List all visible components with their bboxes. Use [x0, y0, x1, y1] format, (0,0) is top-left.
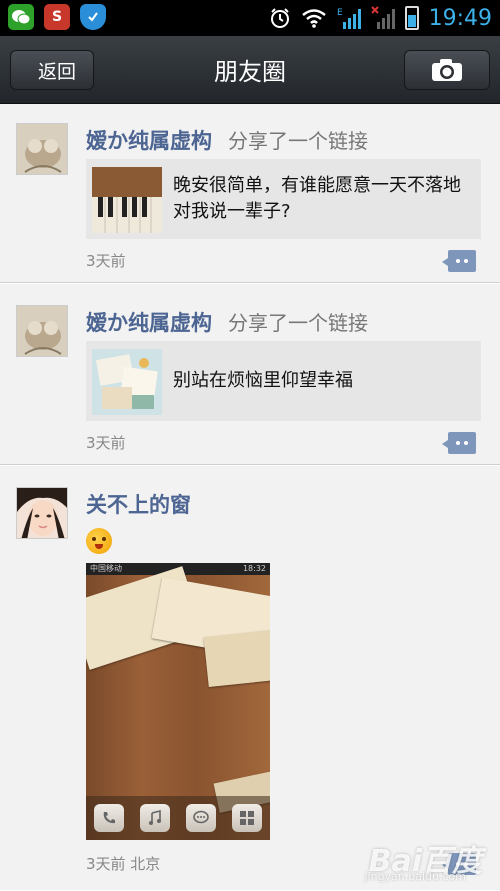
post-time: 3天前 [86, 434, 126, 452]
message-icon [186, 804, 216, 832]
post-item: 嫒か纯属虚构 分享了一个链接 晚安很简单，有谁能愿意一天不落地对我说一辈子? 3天… [0, 105, 500, 284]
post-time: 3天前 北京 [86, 855, 161, 873]
link-title: 晚安很简单，有谁能愿意一天不落地对我说一辈子? [173, 175, 461, 222]
status-time: 19:49 [428, 5, 492, 31]
post-photo[interactable]: 中国移动 18:32 [86, 563, 270, 840]
signal-x-icon [370, 6, 395, 29]
post-item: 嫒か纯属虚构 分享了一个链接 别站在烦恼里仰望幸福 3天前 [0, 285, 500, 466]
s-app-icon: S [44, 4, 70, 30]
alarm-icon [270, 8, 289, 28]
title-bar: 返回 朋友圈 [0, 36, 500, 104]
phone-icon [94, 804, 124, 832]
photo-time: 18:32 [242, 564, 266, 573]
grid-icon [232, 804, 262, 832]
wechat-icon [8, 4, 34, 30]
music-icon [140, 804, 170, 832]
photo-carrier: 中国移动 [90, 564, 122, 573]
post-action: 分享了一个链接 [228, 311, 368, 335]
wifi-icon [301, 9, 326, 28]
shared-link-card[interactable]: 别站在烦恼里仰望幸福 [86, 341, 481, 421]
link-thumbnail [92, 349, 162, 415]
post-time: 3天前 [86, 252, 126, 270]
status-bar: S E 19:49 [0, 0, 500, 36]
avatar[interactable] [16, 305, 68, 357]
post-action: 分享了一个链接 [228, 129, 368, 153]
comment-button[interactable] [442, 250, 476, 272]
photo-dock [86, 796, 270, 840]
signal-icon: E [337, 8, 361, 29]
link-thumbnail [92, 167, 162, 233]
post-author[interactable]: 关不上的窗 [86, 489, 191, 519]
avatar[interactable] [16, 123, 68, 175]
shield-icon [80, 4, 106, 30]
svg-text:E: E [337, 8, 343, 18]
battery-charging-icon [404, 6, 419, 30]
postcard-image [203, 628, 270, 688]
camera-icon [432, 59, 462, 81]
baidu-watermark-url: jingyan.baidu.com [364, 870, 466, 883]
comment-button[interactable] [442, 432, 476, 454]
shared-link-card[interactable]: 晚安很简单，有谁能愿意一天不落地对我说一辈子? [86, 159, 481, 239]
post-author[interactable]: 嫒か纯属虚构 分享了一个链接 [86, 307, 368, 337]
avatar[interactable] [16, 487, 68, 539]
post-author[interactable]: 嫒か纯属虚构 分享了一个链接 [86, 125, 368, 155]
camera-button[interactable] [404, 50, 490, 90]
link-title: 别站在烦恼里仰望幸福 [173, 370, 353, 391]
smile-emoji [86, 528, 112, 554]
